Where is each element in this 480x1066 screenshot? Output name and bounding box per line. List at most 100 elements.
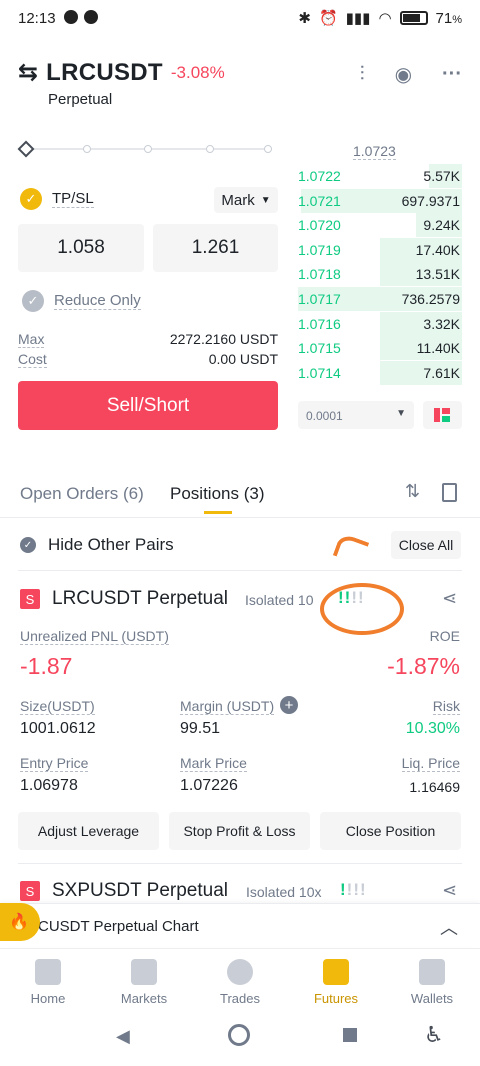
margin-mode: Isolated 10 bbox=[245, 592, 314, 608]
hide-other-label: Hide Other Pairs bbox=[48, 535, 174, 554]
more-icon[interactable]: ··· bbox=[442, 63, 462, 86]
orderbook-row[interactable]: 1.0719 17.40K bbox=[298, 237, 462, 262]
orderbook-qty: 7.61K bbox=[423, 364, 460, 381]
orderbook-price: 1.0714 bbox=[298, 364, 341, 381]
recents-icon[interactable] bbox=[343, 1028, 357, 1042]
chart-bar[interactable]: CUSDT Perpetual Chart ︿ bbox=[0, 903, 480, 947]
share-icon[interactable]: ⋖ bbox=[442, 588, 457, 609]
sort-icon[interactable]: ⇅ bbox=[405, 481, 420, 502]
whatsapp-icon bbox=[64, 10, 78, 24]
home-nav-icon[interactable] bbox=[228, 1024, 250, 1046]
orderbook-qty: 5.57K bbox=[423, 168, 460, 184]
adjust-leverage-button[interactable]: Adjust Leverage bbox=[18, 812, 159, 850]
back-icon[interactable]: ◀ bbox=[116, 1026, 130, 1047]
close-all-button[interactable]: Close All bbox=[391, 531, 461, 559]
mark-price-label: Mark Price bbox=[180, 755, 247, 772]
share-icon[interactable]: ⋖ bbox=[442, 880, 457, 901]
chevron-up-icon[interactable]: ︿ bbox=[440, 914, 458, 940]
wifi-icon: ◠ bbox=[378, 10, 392, 27]
roe-value: -1.87% bbox=[387, 653, 460, 679]
tab-label: Trades bbox=[220, 991, 260, 1006]
reduce-only-checkbox[interactable]: ✓ bbox=[22, 290, 44, 312]
candlestick-icon[interactable]: ⫶ bbox=[360, 63, 365, 86]
margin-mode: Isolated 10x bbox=[246, 884, 322, 900]
tab-label: Markets bbox=[120, 991, 168, 1006]
orderbook-price: 1.0716 bbox=[298, 315, 341, 332]
history-icon[interactable] bbox=[442, 483, 457, 502]
bluetooth-icon: ✱ bbox=[298, 10, 311, 27]
tab-wallets[interactable]: Wallets bbox=[384, 959, 480, 1006]
tpsl-label[interactable]: TP/SL bbox=[52, 190, 94, 208]
orderbook-qty: 697.9371 bbox=[401, 192, 460, 209]
orderbook-row[interactable]: 1.0717 736.2579 bbox=[298, 287, 462, 311]
stop-profit-loss-button[interactable]: Stop Profit & Loss bbox=[169, 812, 310, 850]
tab-open-orders[interactable]: Open Orders (6) bbox=[20, 484, 144, 504]
orderbook-row[interactable]: 1.0721 697.9371 bbox=[298, 188, 462, 213]
orderbook-row[interactable]: 1.0720 9.24K bbox=[298, 213, 462, 238]
battery-icon bbox=[399, 11, 428, 25]
calculator-icon[interactable]: ◉ bbox=[395, 62, 412, 87]
risk-value: 10.30% bbox=[405, 720, 460, 737]
size-value: 1001.0612 bbox=[20, 720, 96, 737]
margin-value: 99.51 bbox=[180, 720, 221, 737]
short-badge: S bbox=[20, 881, 40, 901]
take-profit-input[interactable]: 1.058 bbox=[18, 224, 144, 272]
system-nav-bar: ◀ ♿ bbox=[0, 1018, 480, 1066]
orderbook-row[interactable]: 1.0715 11.40K bbox=[298, 336, 462, 361]
orderbook-layout-button[interactable] bbox=[423, 401, 462, 429]
swap-icon[interactable]: ⇆ bbox=[18, 58, 38, 87]
add-margin-icon[interactable]: + bbox=[280, 696, 298, 714]
entry-value: 1.06978 bbox=[20, 777, 78, 794]
stop-loss-input[interactable]: 1.261 bbox=[153, 224, 278, 272]
pair-change: -3.08% bbox=[170, 62, 225, 82]
orderbook-row[interactable]: 1.0718 13.51K bbox=[298, 262, 462, 287]
contract-type: Perpetual bbox=[48, 91, 113, 108]
hide-other-checkbox[interactable]: ✓ bbox=[20, 537, 36, 553]
cost-label: Cost bbox=[18, 351, 47, 368]
trades-icon bbox=[227, 959, 253, 985]
pair-title[interactable]: LRCUSDT bbox=[46, 59, 163, 87]
futures-icon bbox=[323, 959, 349, 985]
last-price: 1.0723 bbox=[353, 143, 396, 160]
battery-level: 71% bbox=[435, 9, 462, 27]
tab-label: Home bbox=[30, 991, 66, 1006]
status-bar: 12:13 ✱ ⏰ ▮▮▮ ◠ 71% bbox=[0, 0, 480, 38]
roe-label: ROE bbox=[429, 628, 460, 644]
tpsl-checkbox[interactable]: ✓ bbox=[20, 188, 42, 210]
precision-dropdown[interactable]: 0.0001 ▼ bbox=[298, 401, 414, 429]
pnl-label: Unrealized PNL (USDT) bbox=[20, 628, 169, 645]
tab-label: Futures bbox=[313, 991, 359, 1006]
cost-value: 0.00 USDT bbox=[208, 351, 278, 367]
close-position-button[interactable]: Close Position bbox=[320, 812, 461, 850]
max-label: Max bbox=[18, 331, 45, 348]
orderbook-price: 1.0717 bbox=[298, 291, 341, 307]
accessibility-icon[interactable]: ♿ bbox=[424, 1022, 444, 1048]
mark-price-value: 1.07226 bbox=[180, 777, 238, 794]
floating-fire-icon[interactable]: 🔥 bbox=[0, 903, 40, 941]
tab-trades[interactable]: Trades bbox=[192, 959, 288, 1006]
orderbook-row[interactable]: 1.0714 7.61K bbox=[298, 360, 462, 385]
tab-home[interactable]: Home bbox=[0, 959, 96, 1006]
position-name[interactable]: SXPUSDT Perpetual bbox=[52, 880, 228, 902]
bottom-tab-bar: Home Markets Trades Futures Wallets bbox=[0, 948, 480, 1018]
reduce-only-label: Reduce Only bbox=[54, 292, 141, 310]
orderbook-price: 1.0719 bbox=[298, 241, 341, 258]
max-value: 2272.2160 USDT bbox=[169, 331, 278, 347]
phone-icon bbox=[84, 10, 98, 24]
tab-markets[interactable]: Markets bbox=[96, 959, 192, 1006]
orderbook-price: 1.0715 bbox=[298, 340, 341, 357]
leverage-slider[interactable] bbox=[17, 140, 272, 158]
orderbook-qty: 9.24K bbox=[423, 217, 460, 234]
entry-label: Entry Price bbox=[20, 755, 89, 772]
caret-down-icon: ▼ bbox=[260, 194, 271, 206]
tab-positions[interactable]: Positions (3) bbox=[170, 484, 264, 504]
wallet-icon bbox=[419, 959, 445, 985]
orderbook-row[interactable]: 1.0716 3.32K bbox=[298, 311, 462, 336]
liq-value: 1.16469 bbox=[409, 779, 460, 795]
mark-dropdown[interactable]: Mark ▼ bbox=[214, 187, 278, 213]
orderbook-row[interactable]: 1.0722 5.57K bbox=[298, 164, 462, 188]
sell-short-button[interactable]: Sell/Short bbox=[18, 381, 278, 430]
tab-futures[interactable]: Futures bbox=[288, 959, 384, 1006]
precision-value: 0.0001 bbox=[306, 409, 343, 423]
position-name[interactable]: LRCUSDT Perpetual bbox=[52, 588, 228, 610]
